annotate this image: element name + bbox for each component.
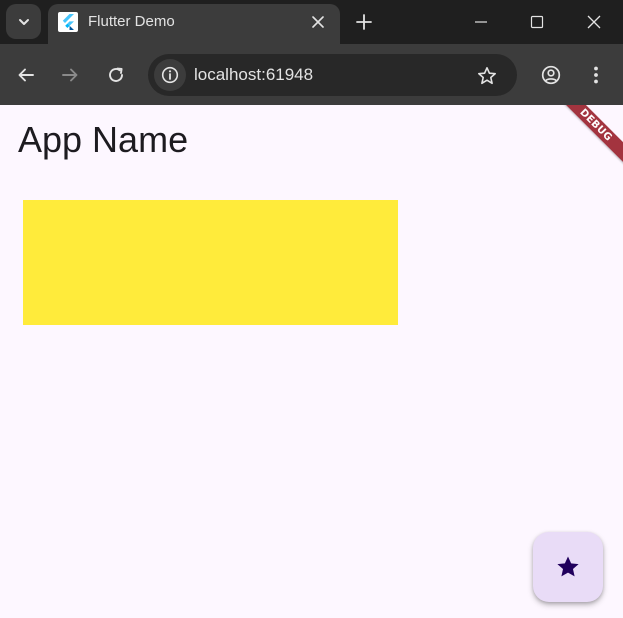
debug-banner-label: DEBUG: [577, 106, 615, 144]
profile-button[interactable]: [535, 59, 567, 91]
browser-menu-button[interactable]: [580, 59, 612, 91]
plus-icon: [356, 14, 372, 30]
app-title: App Name: [18, 119, 189, 160]
chevron-down-icon: [18, 18, 29, 25]
address-bar[interactable]: localhost:61948: [148, 54, 517, 96]
info-icon: [161, 66, 179, 84]
window-minimize-button[interactable]: [452, 0, 509, 44]
flutter-logo-icon: [58, 12, 78, 32]
back-button[interactable]: [10, 59, 42, 91]
yellow-container: [23, 200, 398, 325]
url-text[interactable]: localhost:61948: [194, 65, 313, 85]
close-icon: [587, 15, 600, 29]
debug-banner: DEBUG: [550, 105, 623, 171]
site-info-button[interactable]: [154, 59, 186, 91]
minimize-icon: [474, 21, 487, 23]
window-maximize-button[interactable]: [508, 0, 565, 44]
floating-action-button[interactable]: [533, 532, 603, 602]
star-outline-icon: [478, 67, 496, 85]
maximize-icon: [530, 15, 543, 29]
flutter-app-viewport: App Name DEBUG: [0, 105, 623, 618]
browser-toolbar: localhost:61948: [0, 44, 623, 105]
tab-close-button[interactable]: [306, 10, 330, 34]
tab-title: Flutter Demo: [88, 13, 175, 30]
window-close-button[interactable]: [565, 0, 622, 44]
star-icon: [557, 556, 579, 577]
browser-tab[interactable]: Flutter Demo: [48, 4, 340, 44]
more-vert-icon: [594, 66, 598, 84]
browser-tab-strip: Flutter Demo: [0, 0, 623, 44]
reload-button[interactable]: [100, 59, 132, 91]
reload-icon: [109, 67, 123, 82]
account-circle-icon: [541, 65, 561, 85]
new-tab-button[interactable]: [351, 9, 377, 35]
bookmark-button[interactable]: [474, 63, 500, 89]
arrow-left-icon: [18, 68, 34, 82]
tab-search-button[interactable]: [6, 4, 41, 39]
close-icon: [312, 16, 324, 28]
forward-button[interactable]: [54, 59, 86, 91]
arrow-right-icon: [62, 68, 78, 82]
